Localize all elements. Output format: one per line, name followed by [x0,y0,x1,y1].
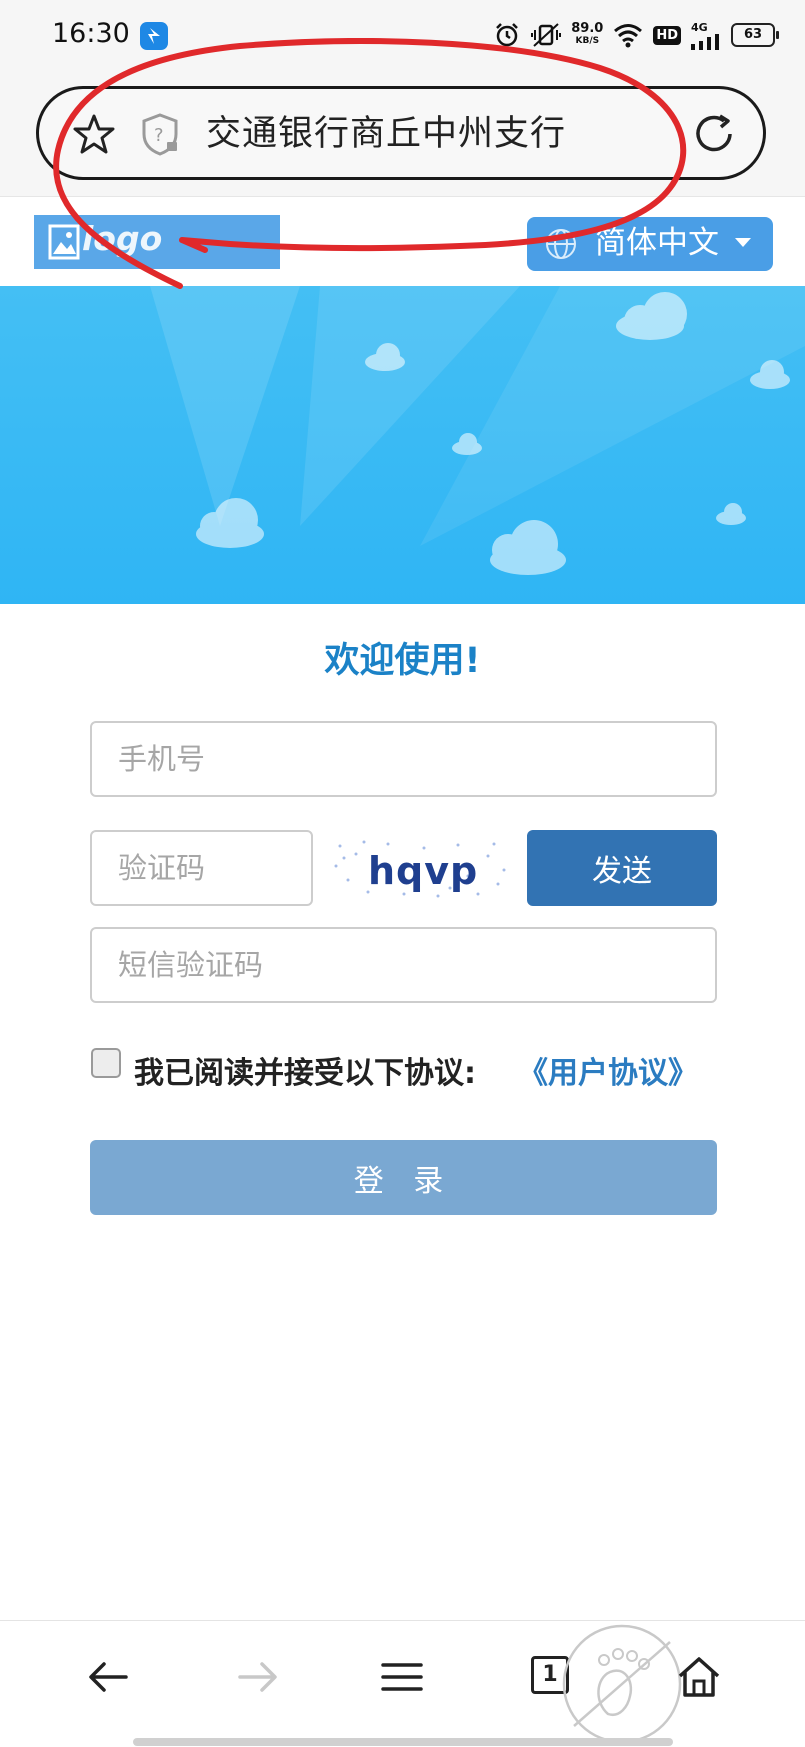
reload-icon[interactable] [690,110,738,158]
page-title[interactable]: 交通银行商丘中州支行 [206,110,566,158]
bookmark-star-icon[interactable] [72,112,116,156]
captcha-input[interactable] [90,830,313,906]
sms-code-input[interactable] [90,927,717,1003]
menu-icon[interactable] [375,1650,429,1704]
security-shield-icon[interactable]: ? [140,112,182,156]
signal-icon [691,33,719,50]
phone-input[interactable] [90,721,717,797]
svg-text:?: ? [154,125,164,146]
captcha-text: hqvp [368,849,478,893]
captcha-image[interactable]: hqvp [328,836,510,902]
net-speed-value: 89.0 [571,21,604,36]
alarm-icon [496,23,519,47]
hero-banner [0,286,805,604]
banner-illustration [150,286,805,575]
wifi-icon [614,24,643,48]
back-arrow-icon[interactable] [82,1650,136,1704]
chevron-down-icon [735,238,751,247]
agreement-checkbox[interactable] [91,1048,121,1078]
app-notification-icon [140,22,168,50]
welcome-heading: 欢迎使用! [324,641,481,681]
battery-icon: 63 [731,23,779,47]
send-code-button[interactable]: 发送 [527,830,717,906]
globe-icon [546,229,576,259]
signal-indicator: 4G [691,21,721,50]
agreement-text: 我已阅读并接受以下协议: [134,1056,476,1091]
network-type: 4G [691,20,708,34]
hd-badge: HD [653,25,681,45]
status-time: 16:30 [52,18,130,49]
net-speed: 89.0 KB/S [571,22,603,48]
login-button[interactable]: 登 录 [90,1140,717,1215]
footprint-watermark-icon [562,1624,682,1744]
vibrate-icon [531,23,562,47]
home-icon[interactable] [672,1650,726,1704]
gesture-bar [133,1738,673,1746]
language-label: 简体中文 [595,225,719,261]
forward-arrow-icon[interactable] [230,1650,284,1704]
status-icons: 89.0 KB/S HD 4G 63 [493,18,779,52]
image-placeholder-icon [48,224,80,260]
user-agreement-link[interactable]: 《用户协议》 [518,1048,698,1092]
net-speed-unit: KB/S [575,36,600,46]
logo-text: logo [82,219,163,258]
